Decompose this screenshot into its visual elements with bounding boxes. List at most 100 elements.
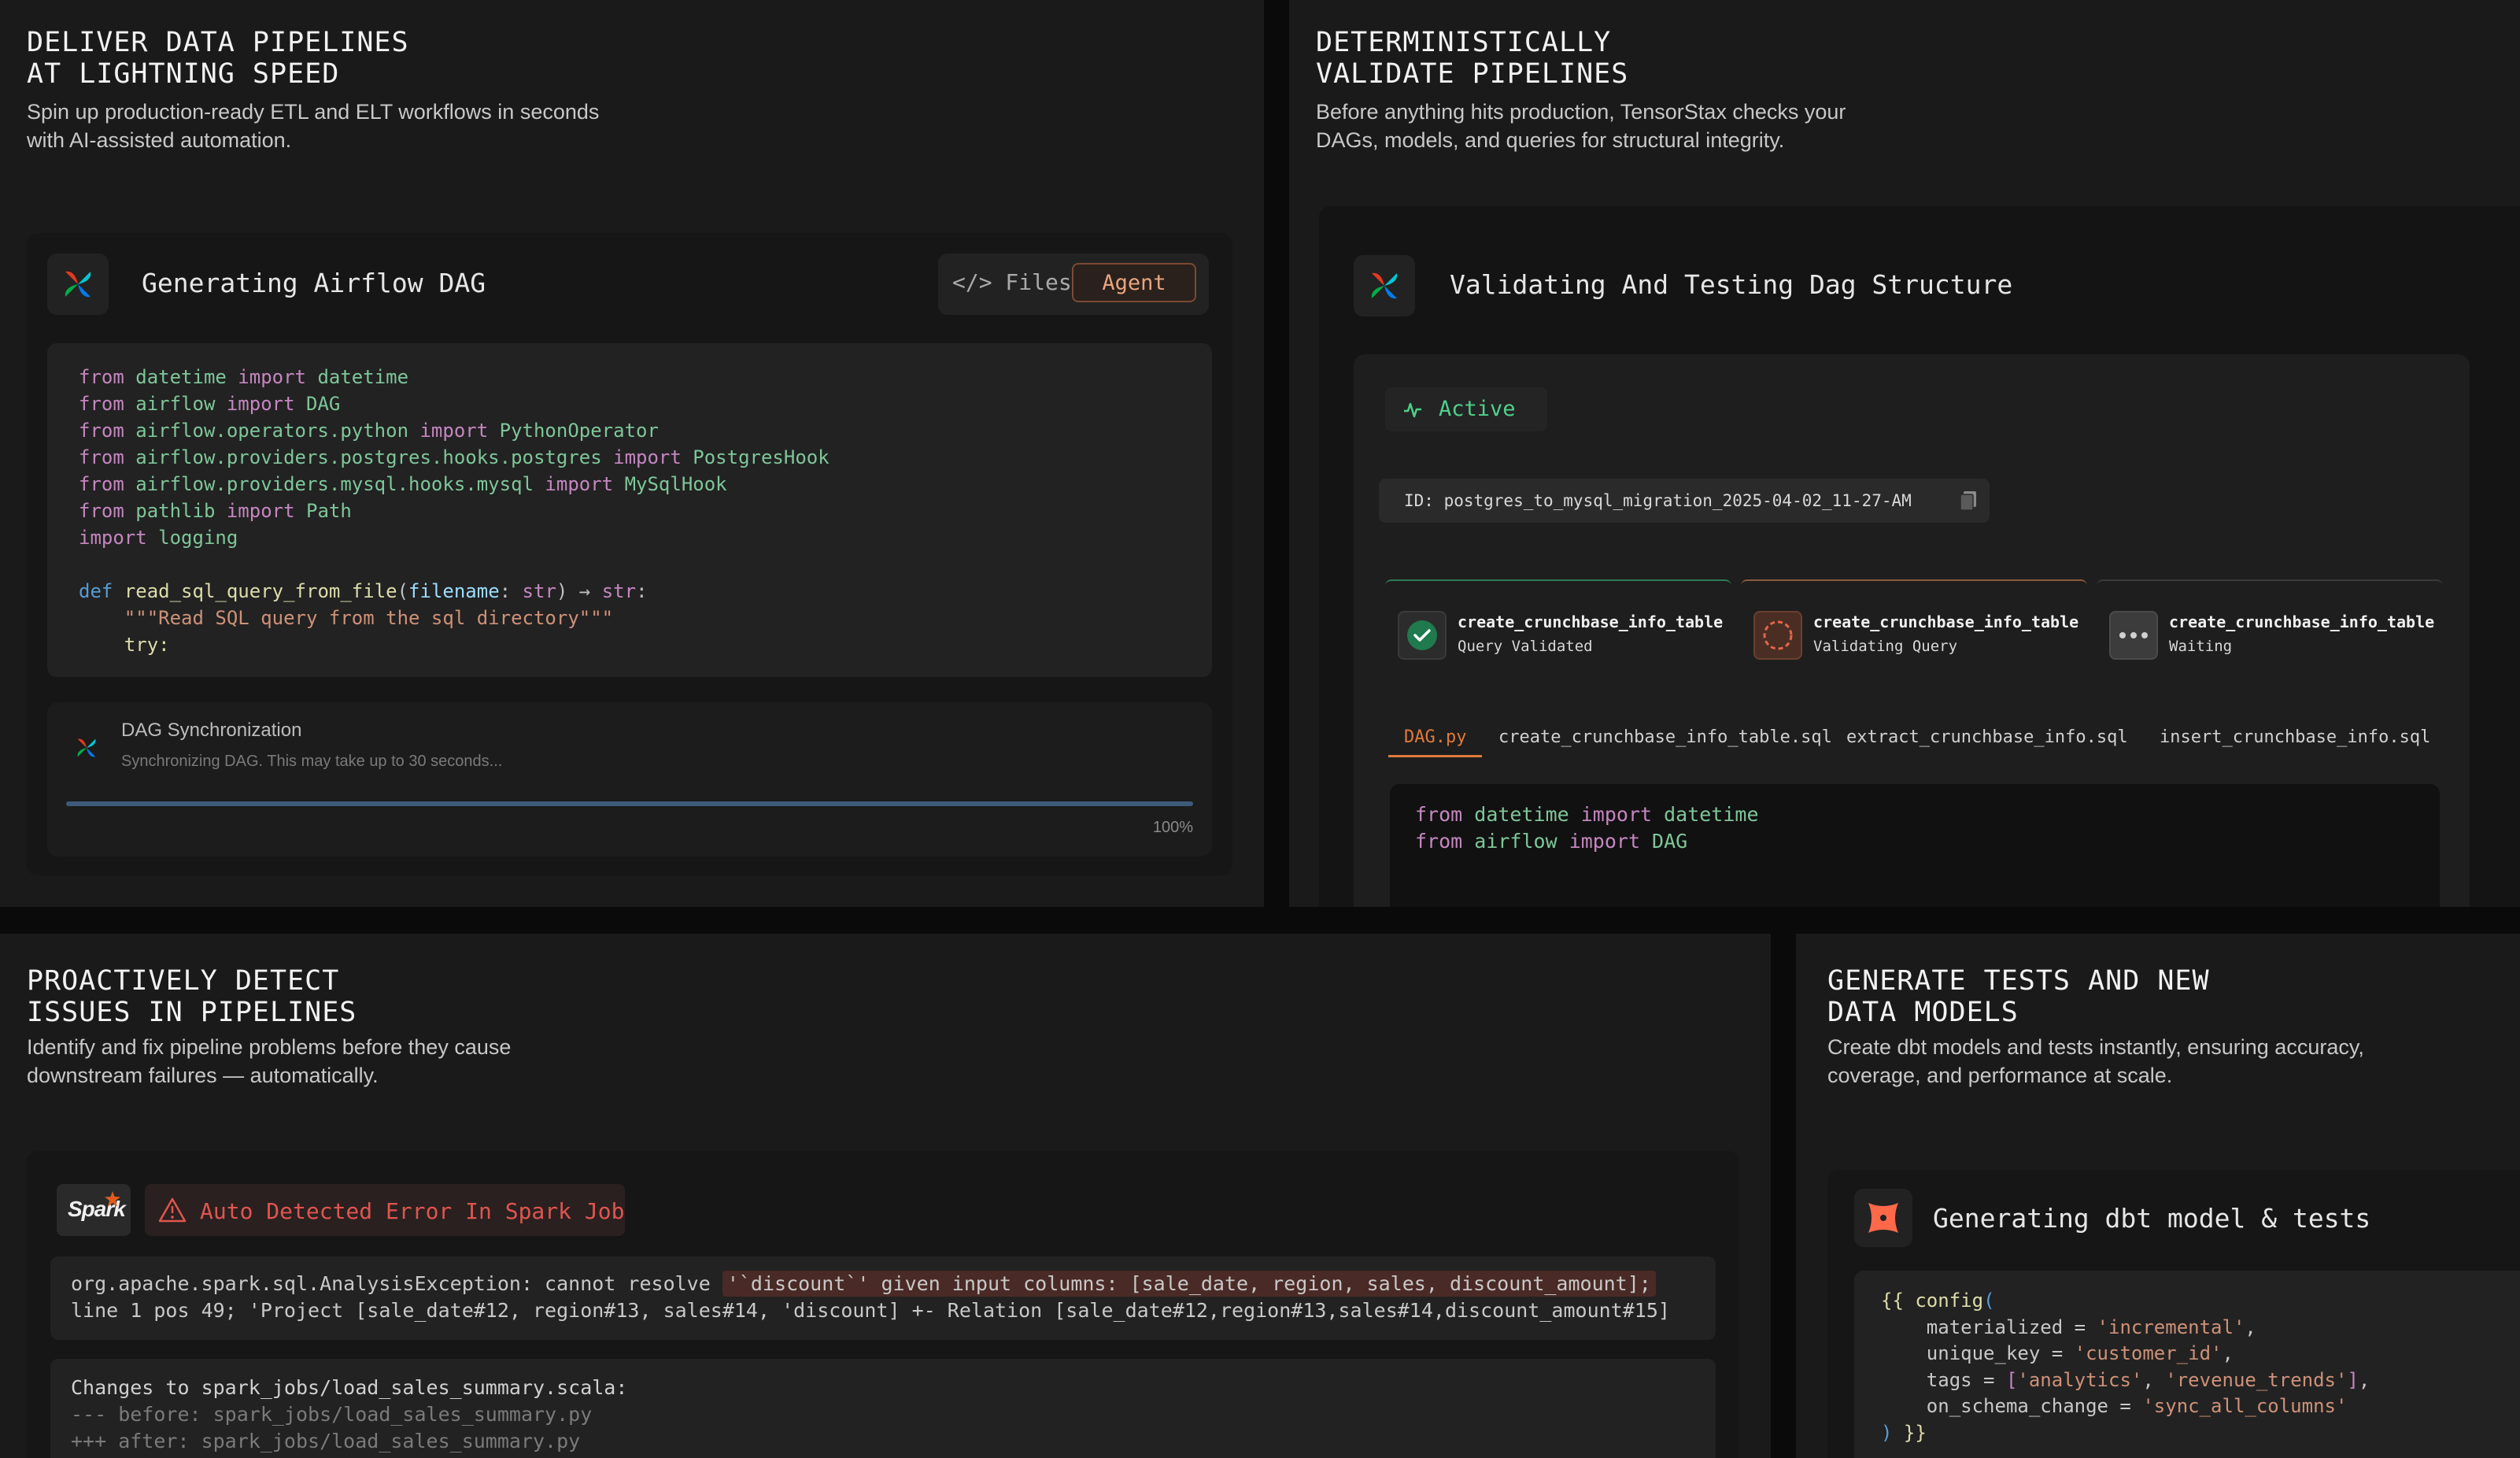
- title-line: DATA MODELS: [1827, 997, 2019, 1028]
- sync-progress-bar: [66, 801, 1193, 806]
- code-token: airflow.providers.postgres.hooks.postgre…: [124, 446, 614, 468]
- desc-line: Identify and fix pipeline problems befor…: [27, 1035, 512, 1059]
- airflow-dag-panel: DELIVER DATA PIPELINES AT LIGHTNING SPEE…: [0, 0, 1264, 907]
- title-line: DELIVER DATA PIPELINES: [27, 27, 409, 58]
- code-token: airflow.operators.python: [124, 420, 420, 442]
- changes-panel: Changes to spark_jobs/load_sales_summary…: [50, 1359, 1716, 1458]
- code-block: from datetime import datetime from airfl…: [79, 364, 830, 658]
- panel-description: Spin up production-ready ETL and ELT wor…: [27, 98, 599, 154]
- error-message: org.apache.spark.sql.AnalysisException: …: [50, 1256, 1716, 1340]
- sync-card: DAG Synchronization Synchronizing DAG. T…: [47, 702, 1212, 857]
- panel-title: GENERATE TESTS AND NEW DATA MODELS: [1827, 965, 2210, 1028]
- validate-panel: DETERMINISTICALLY VALIDATE PIPELINES Bef…: [1289, 0, 2520, 907]
- code-token: unique_key =: [1881, 1342, 2075, 1364]
- code-token: DAG: [1640, 830, 1688, 853]
- panel-title: PROACTIVELY DETECT ISSUES IN PIPELINES: [27, 965, 357, 1028]
- step-status: Waiting: [2169, 638, 2233, 655]
- code-token: import: [419, 420, 489, 442]
- sync-text: Synchronizing DAG. This may take up to 3…: [121, 753, 503, 770]
- code-token: airflow: [124, 393, 227, 415]
- sync-title: DAG Synchronization: [121, 720, 302, 741]
- code-token: :: [499, 580, 523, 602]
- panel-title: DETERMINISTICALLY VALIDATE PIPELINES: [1316, 27, 1628, 90]
- validation-body: Active ID: postgres_to_mysql_migration_2…: [1354, 354, 2470, 907]
- file-tab-dag[interactable]: DAG.py: [1388, 727, 1483, 757]
- error-text-part: line 1 pos 49; 'Project [sale_date#12, r…: [71, 1299, 1670, 1322]
- files-tab[interactable]: </> Files: [952, 269, 1072, 295]
- code-token: read_sql_query_from_file: [124, 580, 397, 602]
- code-token: Path: [294, 500, 352, 522]
- title-line: AT LIGHTNING SPEED: [27, 58, 340, 90]
- code-token: pathlib: [124, 500, 227, 522]
- code-token: materialized =: [1881, 1316, 2097, 1338]
- code-token: datetime: [306, 366, 409, 388]
- code-token: """Read SQL query from the sql directory…: [79, 607, 614, 629]
- code-token: import: [1569, 830, 1640, 853]
- step-card-validating[interactable]: create_crunchbase_info_table Validating …: [1741, 579, 2087, 685]
- card-title: Validating And Testing Dag Structure: [1450, 269, 2013, 300]
- diff-after: +++ after: spark_jobs/load_sales_summary…: [71, 1430, 581, 1452]
- status-label: Active: [1439, 397, 1516, 421]
- title-line: DETERMINISTICALLY: [1316, 27, 1612, 58]
- code-token: ,: [2245, 1316, 2256, 1338]
- code-token: (: [1983, 1290, 1995, 1312]
- code-token: import: [79, 527, 147, 549]
- step-card-validated[interactable]: create_crunchbase_info_table Query Valid…: [1385, 579, 1731, 685]
- code-editor: {{ config( materialized = 'incremental',…: [1854, 1271, 2520, 1458]
- code-token: :: [636, 580, 648, 602]
- spark-logo-icon: Spark: [57, 1184, 131, 1236]
- run-id: ID: postgres_to_mysql_migration_2025-04-…: [1404, 491, 1912, 510]
- code-token: PythonOperator: [488, 420, 659, 442]
- code-block: {{ config( materialized = 'incremental',…: [1881, 1288, 2370, 1446]
- code-token: airflow: [1462, 830, 1569, 853]
- code-token: import: [613, 446, 682, 468]
- code-token: try:: [79, 634, 170, 656]
- step-status: Validating Query: [1813, 638, 1958, 655]
- code-token: ]: [2347, 1368, 2359, 1391]
- code-token: str: [601, 580, 637, 602]
- changes-text: Changes to spark_jobs/load_sales_summary…: [71, 1375, 627, 1455]
- code-token: PostgresHook: [681, 446, 830, 468]
- code-token: datetime: [124, 366, 238, 388]
- sync-progress-fill: [66, 801, 1193, 806]
- copy-icon[interactable]: [1958, 490, 1979, 512]
- code-token: ,: [2222, 1342, 2234, 1364]
- spark-error-card: Spark Auto Detected Error In Spark Job o…: [27, 1151, 1739, 1458]
- error-text: org.apache.spark.sql.AnalysisException: …: [71, 1271, 1670, 1324]
- error-badge: Auto Detected Error In Spark Job: [145, 1184, 625, 1236]
- activity-icon: [1404, 402, 1421, 418]
- code-token: 'incremental': [2097, 1316, 2245, 1338]
- panel-description: Create dbt models and tests instantly, e…: [1827, 1033, 2364, 1090]
- title-line: ISSUES IN PIPELINES: [27, 997, 357, 1028]
- code-token: datetime: [1652, 803, 1759, 826]
- file-tab-extract-sql[interactable]: extract_crunchbase_info.sql: [1846, 727, 2128, 747]
- airflow-logo-icon: [66, 727, 107, 768]
- desc-line: coverage, and performance at scale.: [1827, 1064, 2173, 1087]
- code-token: from: [1415, 830, 1463, 853]
- file-tab-create-sql[interactable]: create_crunchbase_info_table.sql: [1498, 727, 1832, 747]
- panel-description: Before anything hits production, TensorS…: [1316, 98, 1846, 154]
- desc-line: downstream failures — automatically.: [27, 1064, 379, 1087]
- dbt-card: Generating dbt model & tests {{ config( …: [1827, 1170, 2520, 1458]
- sync-percent: 100%: [1152, 819, 1193, 836]
- code-token: filename: [408, 580, 500, 602]
- code-token: {{: [1881, 1290, 1916, 1312]
- title-line: VALIDATE PIPELINES: [1316, 58, 1629, 90]
- step-name: create_crunchbase_info_table: [2169, 612, 2435, 631]
- code-token: ) →: [556, 580, 602, 602]
- step-status-icon: [1753, 611, 1802, 660]
- spark-detect-panel: PROACTIVELY DETECT ISSUES IN PIPELINES I…: [0, 934, 1771, 1458]
- warning-icon: [158, 1197, 187, 1223]
- step-status-icon: [2109, 611, 2158, 660]
- code-token: import: [238, 366, 306, 388]
- code-token: 'revenue_trends': [2165, 1368, 2348, 1391]
- file-tab-insert-sql[interactable]: insert_crunchbase_info.sql: [2160, 727, 2430, 747]
- code-token: from: [79, 420, 124, 442]
- agent-tab[interactable]: Agent: [1072, 263, 1196, 302]
- code-token: str: [522, 580, 556, 602]
- code-token: from: [1415, 803, 1463, 826]
- step-card-waiting[interactable]: create_crunchbase_info_table Waiting: [2097, 579, 2443, 685]
- code-token: (: [397, 580, 409, 602]
- code-block: from datetime import datetime from airfl…: [1415, 801, 1759, 855]
